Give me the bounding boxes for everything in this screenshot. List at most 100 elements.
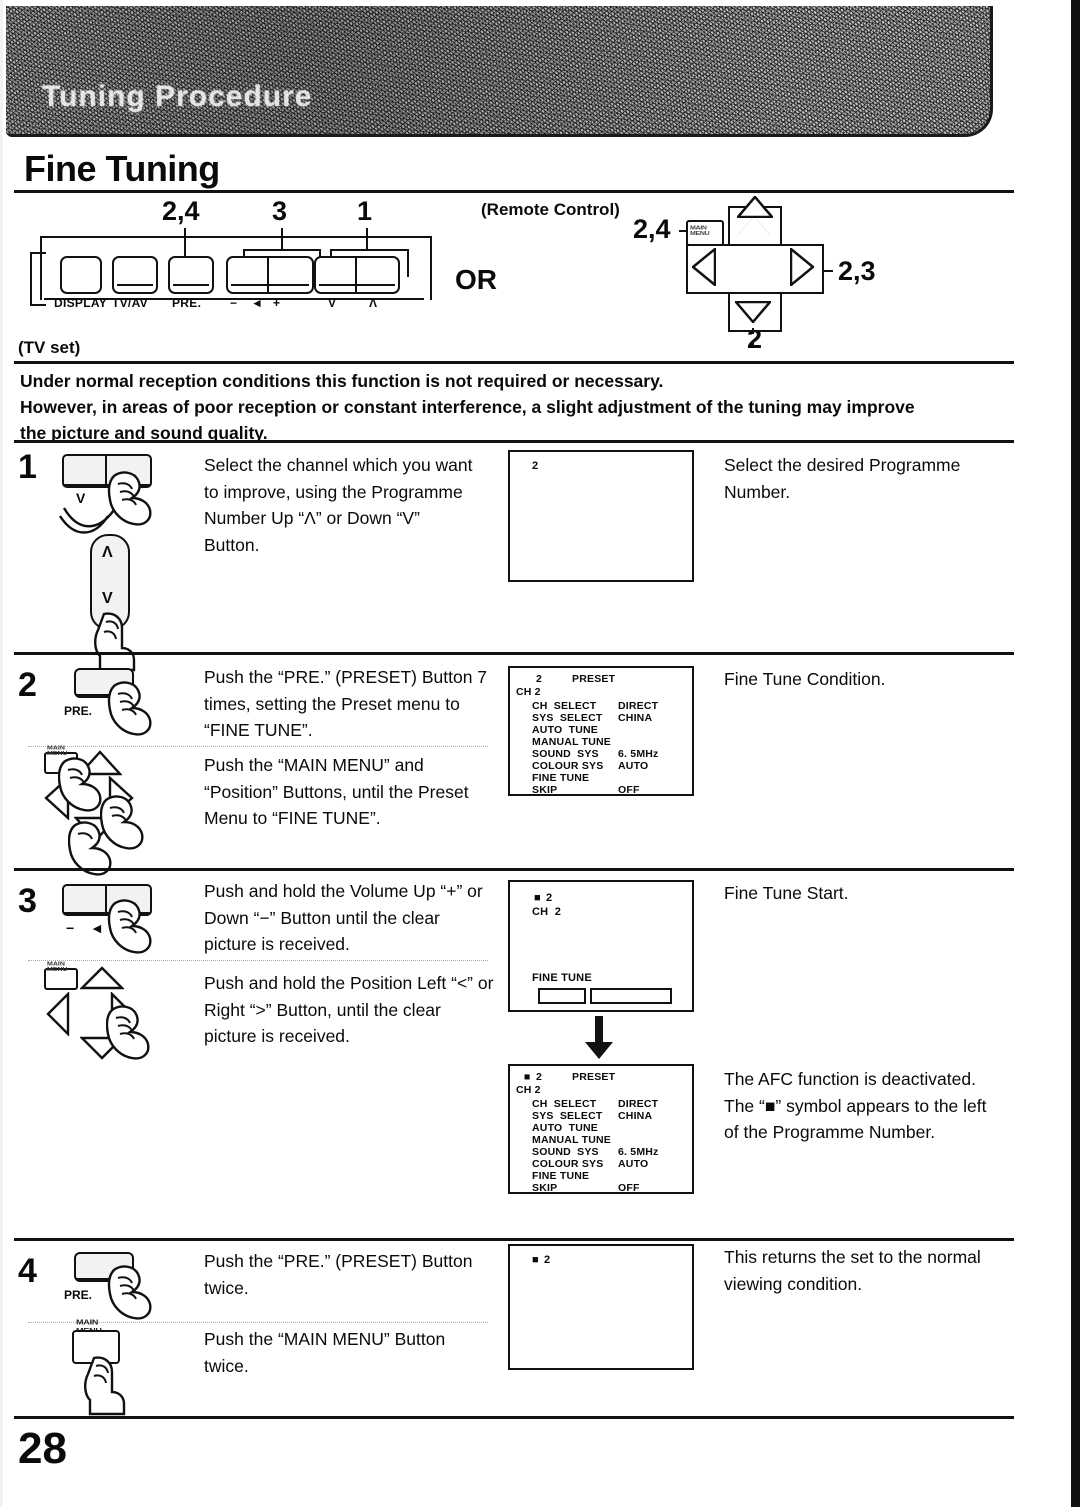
tv-button-display-label: DISPLAY (54, 296, 108, 310)
step4-osd-screen: ■ 2 (508, 1244, 694, 1370)
step3-osd2-row-3-name: MANUAL TUNE (532, 1134, 612, 1146)
intro-line-2: However, in areas of poor reception or c… (20, 397, 915, 417)
tv-set-caption: (TV set) (18, 338, 81, 357)
remote-main-menu-label: MAIN MENU (690, 225, 710, 237)
flow-arrow-down-icon (585, 1016, 613, 1059)
intro-paragraph: Under normal reception conditions this f… (20, 368, 1020, 446)
chevron-up-icon (737, 196, 773, 236)
step2-osd-row-6-name: FINE TUNE (532, 772, 590, 784)
step-row-1: 1 V Λ Λ V Select the channel whic (0, 446, 1000, 672)
step2-osd-row-3-name: MANUAL TUNE (532, 736, 612, 748)
callout-remote-mainmenu: 2,4 (633, 214, 671, 244)
step2-result: Fine Tune Condition. (724, 669, 886, 689)
tv-button-display[interactable] (60, 256, 102, 294)
step1-remote-up-label: Λ (102, 544, 113, 561)
speaker-icon: ◄ (251, 296, 264, 310)
step1-down-label: V (76, 490, 86, 506)
callout-remote-right: 2,3 (838, 256, 876, 286)
tv-button-tvav[interactable] (112, 256, 158, 294)
step3-osd2-channel: CH 2 (516, 1084, 541, 1096)
step3-osd-channel: CH 2 (532, 906, 562, 918)
callout-tv-pre: 2,4 (162, 196, 200, 226)
step4-osd-programme-number: 2 (544, 1254, 551, 1266)
divider-above-step-4 (14, 1238, 1014, 1241)
tv-button-volume-minus-label: − (230, 296, 238, 310)
remote-control-caption: (Remote Control) (481, 200, 620, 219)
step-row-3: 3 − ◄ + Push and hold the Volume Up “+” … (0, 874, 1000, 1236)
step3-osd-fine-tune: ■ 2 CH 2 FINE TUNE (508, 880, 694, 1012)
tv-button-pre[interactable] (168, 256, 214, 294)
divider-under-title (14, 190, 1014, 193)
tv-button-pre-lip (173, 284, 209, 286)
step3-instruction-2: Push and hold the Position Left “<” or R… (204, 973, 494, 1046)
remote-left-button[interactable] (691, 246, 717, 291)
step3-inner-divider (28, 960, 488, 961)
step2-osd-row-0-name: CH SELECT (532, 700, 597, 712)
step3-osd2-row-5-value: AUTO (618, 1158, 649, 1170)
step3-osd2-row-1-value: CHINA (618, 1110, 653, 1122)
step3-osd2-row-7-value: OFF (618, 1182, 640, 1194)
step3-instruction-1: Push and hold the Volume Up “+” or Down … (204, 881, 483, 954)
step3-osd2-marker: ■ (524, 1071, 531, 1083)
step2-pre-label: PRE. (64, 704, 93, 718)
tv-button-channel[interactable] (314, 256, 400, 294)
step2-osd-row-5-name: COLOUR SYS (532, 760, 604, 772)
step1-instruction-1: Select the channel which you want to imp… (204, 455, 473, 555)
step3-osd2-row-2-name: AUTO TUNE (532, 1122, 598, 1134)
tv-button-volume-lip (231, 284, 309, 286)
main-menu-button-icon[interactable]: MAIN MENU (44, 961, 78, 990)
tv-button-channel-up-label: Λ (369, 296, 378, 310)
remote-main-menu-button[interactable]: MAIN MENU (686, 220, 724, 246)
step3-osd2-row-6-name: FINE TUNE (532, 1170, 590, 1182)
step3-minus-label: − (66, 920, 75, 936)
remote-down-button[interactable] (728, 292, 782, 332)
step2-instruction-2: Push the “MAIN MENU” and “Position” Butt… (204, 755, 469, 828)
step-number-3: 3 (18, 882, 37, 920)
step2-osd-row-1-name: SYS SELECT (532, 712, 603, 724)
divider-above-step-3 (14, 868, 1014, 871)
tv-button-tvav-label: TV/AV (112, 296, 148, 310)
remote-position-cluster: MAIN MENU (686, 196, 824, 346)
chevron-up-icon[interactable] (80, 966, 124, 990)
step3-result-2: The AFC function is deactivated. The “■”… (724, 1069, 987, 1142)
step2-osd-screen: 2 PRESET CH 2 CH SELECT DIRECT SYS SELEC… (508, 666, 694, 796)
step2-osd-channel: CH 2 (516, 686, 541, 698)
step3-osd2-programme-number: 2 (536, 1071, 543, 1083)
callout-tv-volume: 3 (272, 196, 288, 226)
remote-up-button[interactable] (728, 196, 782, 246)
fine-tune-bar-right (590, 988, 672, 1004)
remote-right-button[interactable] (789, 246, 815, 291)
scan-edge-right (1071, 0, 1080, 1507)
step3-osd2-row-0-name: CH SELECT (532, 1098, 597, 1110)
step2-osd-row-7-name: SKIP (532, 784, 558, 796)
step2-osd-row-0-value: DIRECT (618, 700, 659, 712)
step4-pre-label: PRE. (64, 1288, 93, 1302)
step2-main-menu-label: MAIN MENU (47, 745, 68, 757)
step1-osd-screen: 2 (508, 450, 694, 582)
leader-remote-down (752, 328, 754, 346)
pointing-hand-icon (107, 899, 152, 954)
tv-button-channel-lip (319, 284, 395, 286)
step-number-2: 2 (18, 666, 37, 704)
step3-osd-marker: ■ (534, 892, 541, 904)
step3-osd-programme-number: 2 (546, 892, 553, 904)
section-header-band: Tuning Procedure (6, 6, 993, 137)
tv-button-tvav-lip (117, 284, 153, 286)
step2-osd-row-1-value: CHINA (618, 712, 653, 724)
step2-osd-row-5-value: AUTO (618, 760, 649, 772)
step3-result-1: Fine Tune Start. (724, 883, 849, 903)
step-row-4: 4 PRE. Push the “PRE.” (PRESET) Button t… (0, 1244, 1000, 1416)
chevron-left-icon[interactable] (46, 992, 70, 1036)
callout-tv-channel: 1 (357, 196, 373, 226)
step4-osd-marker: ■ (532, 1254, 539, 1266)
step3-osd2-row-4-value: 6. 5MHz (618, 1146, 659, 1158)
divider-above-step-2 (14, 652, 1014, 655)
step3-osd2-row-0-value: DIRECT (618, 1098, 659, 1110)
tv-set-panel: DISPLAY TV/AV PRE. − ◄ + V Λ (30, 236, 432, 318)
tv-button-volume[interactable] (226, 256, 314, 294)
step2-osd-row-4-value: 6. 5MHz (618, 748, 659, 760)
step2-osd-row-7-value: OFF (618, 784, 640, 796)
tv-button-pre-label: PRE. (172, 296, 202, 310)
tv-button-volume-plus-label: + (273, 296, 281, 310)
step1-osd-programme-number: 2 (532, 460, 539, 472)
